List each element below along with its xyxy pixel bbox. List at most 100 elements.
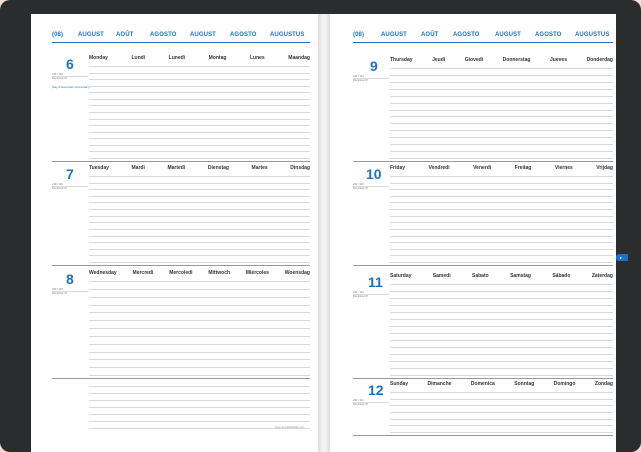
day-number: 11 xyxy=(368,274,383,290)
weekday-name: Dienstag xyxy=(207,165,229,171)
footer-url: www.quovadisdiaries.com xyxy=(275,426,305,429)
writing-line xyxy=(390,68,613,69)
weekday-name: Mardi xyxy=(131,165,145,171)
writing-line xyxy=(89,99,310,100)
weekday-names: Saturday Samedi Sabato Samstag Sábado Zaterda… xyxy=(390,273,613,279)
writing-line xyxy=(390,368,613,369)
weekday-name: Thursday xyxy=(390,57,413,63)
writing-line xyxy=(390,340,613,341)
writing-line xyxy=(390,399,613,400)
weekday-name: Donderdag xyxy=(586,57,613,63)
month-it: AGOSTO xyxy=(150,32,177,38)
week-number: (08) xyxy=(353,32,365,38)
weekday-name: Vrijdag xyxy=(596,165,613,171)
holiday-note: (Day of Assumption Anniversary) xyxy=(52,86,90,89)
writing-line xyxy=(390,202,613,203)
month-fr: AOÛT xyxy=(421,32,439,38)
day-number: 6 xyxy=(66,56,74,72)
dominical-note: Dominical 47 xyxy=(353,403,368,406)
weekday-name: Sonntag xyxy=(514,381,535,387)
notes-line xyxy=(89,386,310,387)
writing-line xyxy=(89,145,310,146)
writing-line xyxy=(89,202,310,203)
writing-line xyxy=(390,333,613,334)
dominical-note: Dominical 47 xyxy=(353,295,368,298)
writing-line xyxy=(390,284,613,285)
writing-line xyxy=(390,158,613,159)
writing-line xyxy=(390,110,613,111)
page-gutter xyxy=(318,14,330,452)
weekday-name: Friday xyxy=(390,165,406,171)
writing-line xyxy=(390,432,613,433)
chevron-right-icon: ▸ xyxy=(620,255,623,260)
writing-line xyxy=(390,144,613,145)
writing-line xyxy=(390,183,613,184)
month-de: AUGUST xyxy=(495,32,521,38)
writing-line xyxy=(390,392,613,393)
month-nl: AUGUSTUS xyxy=(270,32,305,38)
weekday-name: Lundi xyxy=(131,55,146,61)
writing-line xyxy=(89,297,310,298)
month-en: AUGUST xyxy=(78,32,104,38)
weekday-name: Mercoledì xyxy=(169,270,193,276)
writing-line xyxy=(89,119,310,120)
writing-line xyxy=(390,176,613,177)
label-separator xyxy=(353,78,389,79)
weekday-name: Tuesday xyxy=(89,165,109,171)
weekday-name: Jeudi xyxy=(432,57,446,63)
writing-line xyxy=(390,222,613,223)
notes-line xyxy=(89,393,310,394)
weekday-name: Monday xyxy=(89,55,108,61)
writing-line xyxy=(89,105,310,106)
writing-line xyxy=(89,262,310,263)
dominical-note: Dominical 47 xyxy=(52,292,67,295)
writing-line xyxy=(390,89,613,90)
writing-line xyxy=(89,216,310,217)
writing-line xyxy=(390,419,613,420)
writing-line xyxy=(390,75,613,76)
weekday-name: Freitag xyxy=(514,165,532,171)
weekday-name: Vendredi xyxy=(428,165,450,171)
weekday-name: Zondag xyxy=(594,381,613,387)
writing-line xyxy=(89,255,310,256)
label-separator xyxy=(52,186,88,187)
writing-line xyxy=(390,151,613,152)
label-separator xyxy=(353,186,389,187)
weekday-name: Zaterdag xyxy=(591,273,613,279)
writing-line xyxy=(89,367,310,368)
weekday-name: Domingo xyxy=(553,381,576,387)
month-es: AGOSTO xyxy=(230,32,257,38)
writing-line xyxy=(89,66,310,67)
weekday-names: Friday Vendredi Venerdì Freitag Viernes Vrijd… xyxy=(390,165,613,171)
writing-line xyxy=(390,116,613,117)
weekday-name: Jueves xyxy=(550,57,567,63)
weekday-name: Martedì xyxy=(167,165,186,171)
writing-line xyxy=(89,375,310,376)
weekday-name: Donnerstag xyxy=(502,57,531,63)
weekday-name: Saturday xyxy=(390,273,412,279)
right-month-header: (08) AUGUST AOÛT AGOSTO AUGUST AGOSTO AU… xyxy=(353,30,613,40)
day-number: 9 xyxy=(370,58,378,74)
month-nl: AUGUSTUS xyxy=(575,32,610,38)
writing-line xyxy=(390,312,613,313)
label-separator xyxy=(353,402,389,403)
writing-line xyxy=(390,305,613,306)
writing-line xyxy=(89,86,310,87)
writing-line xyxy=(89,138,310,139)
writing-line xyxy=(390,189,613,190)
writing-line xyxy=(390,326,613,327)
writing-line xyxy=(390,82,613,83)
day-divider xyxy=(52,161,310,162)
week-number: (08) xyxy=(52,32,64,38)
writing-line xyxy=(390,130,613,131)
header-rule xyxy=(353,42,613,43)
weekday-name: Lunedì xyxy=(168,55,186,61)
writing-line xyxy=(390,103,613,104)
month-en: AUGUST xyxy=(381,32,407,38)
notes-line xyxy=(89,407,310,408)
writing-line xyxy=(89,229,310,230)
writing-line xyxy=(89,132,310,133)
notes-line xyxy=(89,414,310,415)
day-divider xyxy=(52,378,310,379)
month-de: AUGUST xyxy=(190,32,216,38)
